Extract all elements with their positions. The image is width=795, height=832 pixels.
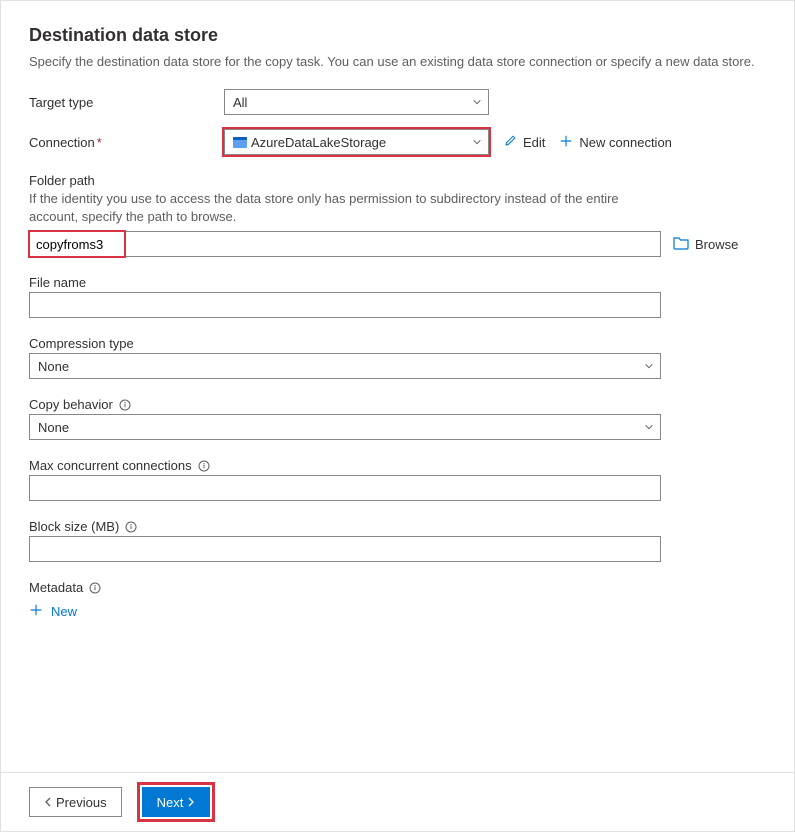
metadata-label: Metadata [29, 580, 766, 595]
next-button[interactable]: Next [142, 787, 211, 817]
edit-connection-button[interactable]: Edit [503, 134, 545, 151]
browse-button[interactable]: Browse [673, 236, 738, 253]
folder-path-label: Folder path [29, 173, 766, 188]
info-icon [119, 399, 131, 411]
info-icon [125, 521, 137, 533]
chevron-left-icon [44, 797, 52, 807]
copy-behavior-label: Copy behavior [29, 397, 766, 412]
file-name-input[interactable] [29, 292, 661, 318]
info-icon [89, 582, 101, 594]
chevron-down-icon [644, 422, 654, 432]
page-description: Specify the destination data store for t… [29, 54, 766, 69]
pencil-icon [503, 134, 517, 151]
compression-select[interactable]: None [29, 353, 661, 379]
compression-label: Compression type [29, 336, 766, 351]
chevron-down-icon [472, 97, 482, 107]
file-name-label: File name [29, 275, 766, 290]
plus-icon [559, 134, 573, 151]
chevron-down-icon [644, 361, 654, 371]
folder-path-help: If the identity you use to access the da… [29, 190, 669, 225]
previous-button[interactable]: Previous [29, 787, 122, 817]
chevron-right-icon [187, 797, 195, 807]
target-type-value: All [233, 95, 472, 110]
max-conn-label: Max concurrent connections [29, 458, 766, 473]
plus-icon [29, 603, 43, 620]
metadata-new-button[interactable]: New [29, 603, 77, 620]
max-conn-input[interactable] [29, 475, 661, 501]
copy-behavior-select[interactable]: None [29, 414, 661, 440]
info-icon [198, 460, 210, 472]
folder-icon [673, 236, 689, 253]
block-size-input[interactable] [29, 536, 661, 562]
target-type-label: Target type [29, 95, 224, 110]
page-title: Destination data store [29, 25, 766, 46]
connection-value: AzureDataLakeStorage [251, 135, 472, 150]
block-size-label: Block size (MB) [29, 519, 766, 534]
folder-path-input[interactable] [29, 231, 661, 257]
connection-label: Connection* [29, 135, 224, 150]
target-type-select[interactable]: All [224, 89, 489, 115]
new-connection-button[interactable]: New connection [559, 134, 672, 151]
chevron-down-icon [472, 137, 482, 147]
connection-select[interactable]: AzureDataLakeStorage [224, 129, 489, 155]
azure-storage-icon [233, 137, 247, 148]
